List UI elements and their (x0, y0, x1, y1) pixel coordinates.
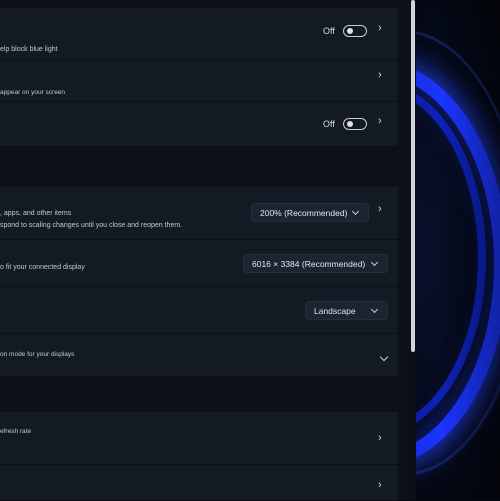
chevron-down-icon[interactable] (379, 352, 389, 362)
resolution-dropdown-value: 6016 × 3384 (Recommended) (252, 258, 366, 269)
toggle-knob (346, 28, 353, 34)
settings-row[interactable]: › (0, 465, 398, 501)
chevron-down-icon (370, 305, 379, 314)
toggle-knob (346, 121, 353, 127)
orientation-row[interactable]: Landscape (0, 287, 398, 334)
scale-subtitle-line2: spond to scaling changes until you close… (0, 222, 183, 229)
multiple-displays-row[interactable]: on mode for your displays (0, 334, 398, 377)
toggle-row[interactable]: Off › (0, 102, 398, 147)
toggle-state-label: Off (323, 119, 335, 129)
toggle-group[interactable]: Off (323, 118, 367, 130)
resolution-dropdown[interactable]: 6016 × 3384 (Recommended) (243, 254, 388, 273)
night-light-toggle[interactable] (342, 25, 367, 37)
scrollbar-thumb[interactable] (411, 0, 415, 352)
chevron-right-icon[interactable]: › (378, 479, 382, 491)
refresh-rate-row[interactable]: efresh rate › (0, 412, 398, 465)
chevron-right-icon[interactable]: › (378, 22, 382, 34)
resolution-subtitle: o fit your connected display (0, 264, 85, 271)
night-light-toggle-group[interactable]: Off (323, 25, 367, 37)
chevron-right-icon[interactable]: › (378, 203, 382, 215)
scale-dropdown[interactable]: 200% (Recommended) (251, 203, 369, 222)
refresh-subtitle: efresh rate (0, 428, 32, 435)
scale-subtitle-line1: , apps, and other items (0, 210, 72, 217)
orientation-dropdown[interactable]: Landscape (305, 301, 388, 320)
toggle-switch[interactable] (342, 118, 367, 130)
chevron-right-icon[interactable]: › (378, 69, 382, 81)
chevron-right-icon[interactable]: › (378, 432, 382, 444)
night-light-row[interactable]: elp block blue light Off › (0, 8, 398, 61)
resolution-row[interactable]: o fit your connected display 6016 × 3384… (0, 240, 398, 287)
hdr-row[interactable]: appear on your screen › (0, 61, 398, 102)
night-light-subtitle: elp block blue light (0, 46, 58, 53)
hdr-subtitle: appear on your screen (0, 89, 66, 96)
chevron-down-icon (351, 207, 360, 216)
settings-window: elp block blue light Off › appear on you… (0, 0, 411, 501)
scale-dropdown-value: 200% (Recommended) (260, 207, 348, 218)
night-light-state-label: Off (323, 26, 335, 36)
multiple-displays-subtitle: on mode for your displays (0, 351, 75, 358)
chevron-right-icon[interactable]: › (378, 115, 382, 127)
chevron-down-icon (370, 258, 379, 267)
scale-row[interactable]: , apps, and other items spond to scaling… (0, 187, 398, 240)
orientation-dropdown-value: Landscape (314, 305, 356, 316)
